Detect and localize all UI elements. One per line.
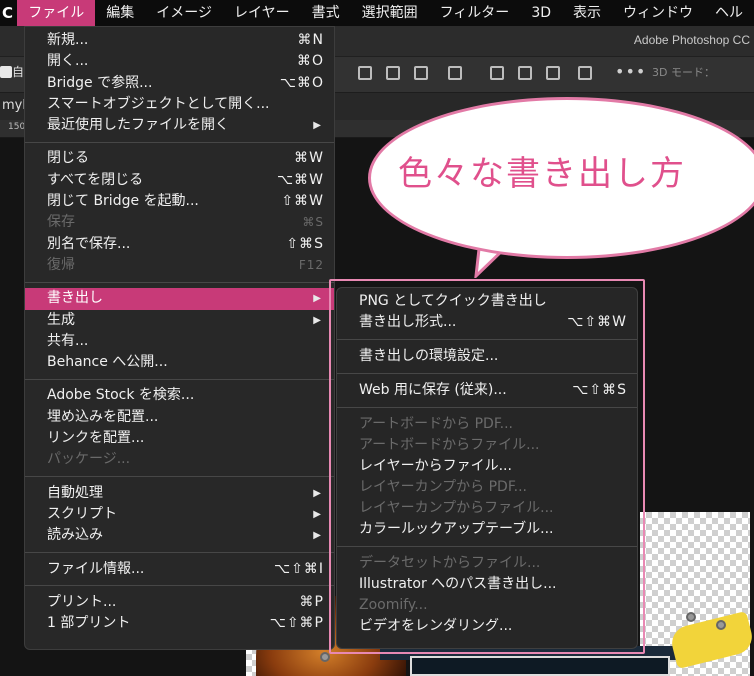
submenu-item-quick-export-png[interactable]: PNG としてクイック書き出し [337, 291, 637, 312]
menu-item-new[interactable]: 新規... ⌘N [25, 30, 334, 51]
menu-item-export[interactable]: 書き出し ▶ [25, 288, 334, 310]
menu-item-file-info[interactable]: ファイル情報... ⌥⇧⌘I [25, 559, 334, 580]
distribute-bottom-icon[interactable] [546, 66, 560, 80]
submenu-item-layers-to-files[interactable]: レイヤーからファイル... [337, 456, 637, 477]
mode-3d-label: 3D モード： [652, 66, 715, 79]
submenu-item-export-as[interactable]: 書き出し形式... ⌥⇧⌘W [337, 312, 637, 333]
menu-item-open-smart-object[interactable]: スマートオブジェクトとして開く... [25, 94, 334, 115]
submenu-item-paths-to-illustrator[interactable]: Illustrator へのパス書き出し... [337, 574, 637, 595]
menu-item-browse-bridge[interactable]: Bridge で参照... ⌥⌘O [25, 73, 334, 94]
menu-separator [337, 546, 637, 547]
submenu-arrow-icon: ▶ [313, 293, 321, 305]
tuning-peg-icon [686, 612, 696, 622]
submenu-arrow-icon: ▶ [313, 487, 321, 499]
menu-item-generate[interactable]: 生成 ▶ [25, 310, 334, 331]
menu-item-close-go-bridge[interactable]: 閉じて Bridge を起動... ⇧⌘W [25, 191, 334, 212]
menu-edit[interactable]: 編集 [95, 0, 145, 26]
distribute-top-icon[interactable] [490, 66, 504, 80]
menu-separator [25, 378, 334, 380]
menu-separator [337, 407, 637, 408]
menu-item-search-adobe-stock[interactable]: Adobe Stock を検索... [25, 385, 334, 406]
menu-item-open-recent[interactable]: 最近使用したファイルを開く ▶ [25, 115, 334, 136]
menu-separator [25, 141, 334, 143]
menu-item-import[interactable]: 読み込み ▶ [25, 525, 334, 546]
menu-separator [25, 476, 334, 478]
submenu-arrow-icon: ▶ [313, 530, 321, 542]
menu-separator [337, 373, 637, 374]
menu-help[interactable]: ヘル [704, 0, 754, 26]
submenu-item-layer-comps-to-pdf: レイヤーカンプから PDF... [359, 479, 527, 495]
menu-file[interactable]: ファイル [17, 0, 96, 26]
menu-type[interactable]: 書式 [301, 0, 351, 26]
menu-item-save-as[interactable]: 別名で保存... ⇧⌘S [25, 234, 334, 255]
menu-item-place-embedded[interactable]: 埋め込みを配置... [25, 407, 334, 428]
menu-item-publish-behance[interactable]: Behance へ公開... [25, 352, 334, 373]
guitar-fretboard-image [410, 656, 670, 676]
menu-item-place-linked[interactable]: リンクを配置... [25, 428, 334, 449]
menu-separator [25, 281, 334, 283]
menu-image[interactable]: イメージ [145, 0, 223, 26]
distribute-horizontal-icon[interactable] [578, 66, 592, 80]
menu-item-package: パッケージ... [47, 451, 131, 468]
file-menu: 新規... ⌘N 開く... ⌘O Bridge で参照... ⌥⌘O スマートオブジ… [24, 26, 335, 650]
submenu-item-layer-comps-to-files: レイヤーカンプからファイル... [359, 500, 554, 516]
menu-item-save: 保存 ⌘S [47, 214, 324, 231]
menu-item-automate[interactable]: 自動処理 ▶ [25, 483, 334, 504]
submenu-item-artboards-to-pdf: アートボードから PDF... [359, 416, 513, 432]
menu-filter[interactable]: フィルター [429, 0, 521, 26]
menu-window[interactable]: ウィンドウ [612, 0, 704, 26]
align-top-icon[interactable] [448, 66, 462, 80]
auto-select-checkbox[interactable] [0, 66, 12, 78]
submenu-arrow-icon: ▶ [313, 508, 321, 520]
menu-item-open[interactable]: 開く... ⌘O [25, 51, 334, 72]
align-center-icon[interactable] [386, 66, 400, 80]
menu-select[interactable]: 選択範囲 [351, 0, 429, 26]
submenu-arrow-icon: ▶ [313, 314, 321, 326]
submenu-item-color-lookup-tables[interactable]: カラールックアップテーブル... [337, 519, 637, 540]
ruler-label: 150 [8, 122, 26, 132]
menu-separator [25, 585, 334, 587]
distribute-middle-icon[interactable] [518, 66, 532, 80]
knob-icon [320, 652, 330, 662]
tuning-peg-icon [716, 620, 726, 630]
menu-3d[interactable]: 3D [520, 0, 562, 26]
menu-item-revert: 復帰 F12 [47, 256, 324, 273]
export-submenu: PNG としてクイック書き出し 書き出し形式... ⌥⇧⌘W 書き出しの環境設定.… [336, 287, 638, 649]
menu-view[interactable]: 表示 [562, 0, 612, 26]
menu-item-share[interactable]: 共有... [25, 331, 334, 352]
menu-item-print[interactable]: プリント... ⌘P [25, 592, 334, 613]
submenu-item-data-sets-to-files: データセットからファイル... [359, 555, 541, 571]
menu-layer[interactable]: レイヤー [223, 0, 301, 26]
menu-item-close-all[interactable]: すべてを閉じる ⌥⌘W [25, 170, 334, 191]
submenu-item-render-video[interactable]: ビデオをレンダリング... [337, 616, 637, 637]
app-menu[interactable]: C [0, 4, 17, 22]
submenu-item-export-preferences[interactable]: 書き出しの環境設定... [337, 346, 637, 367]
menu-separator [25, 552, 334, 554]
callout-text: 色々な書き出し方 [398, 154, 686, 194]
align-left-icon[interactable] [358, 66, 372, 80]
menu-item-print-one-copy[interactable]: 1 部プリント ⌥⇧⌘P [25, 613, 334, 634]
menu-bar: C ファイル 編集 イメージ レイヤー 書式 選択範囲 フィルター 3D 表示 … [0, 0, 754, 26]
app-name: Adobe Photoshop CC [633, 33, 750, 47]
menu-item-scripts[interactable]: スクリプト ▶ [25, 504, 334, 525]
submenu-item-save-for-web[interactable]: Web 用に保存 (従来)... ⌥⇧⌘S [337, 380, 637, 401]
menu-item-close[interactable]: 閉じる ⌘W [25, 148, 334, 169]
align-right-icon[interactable] [414, 66, 428, 80]
submenu-arrow-icon: ▶ [313, 120, 321, 132]
menu-separator [337, 339, 637, 340]
more-options-icon[interactable]: ••• [615, 62, 646, 81]
submenu-item-artboards-to-files: アートボードからファイル... [359, 437, 540, 453]
submenu-item-zoomify: Zoomify... [359, 597, 428, 613]
auto-select-label: 自 [12, 65, 25, 79]
